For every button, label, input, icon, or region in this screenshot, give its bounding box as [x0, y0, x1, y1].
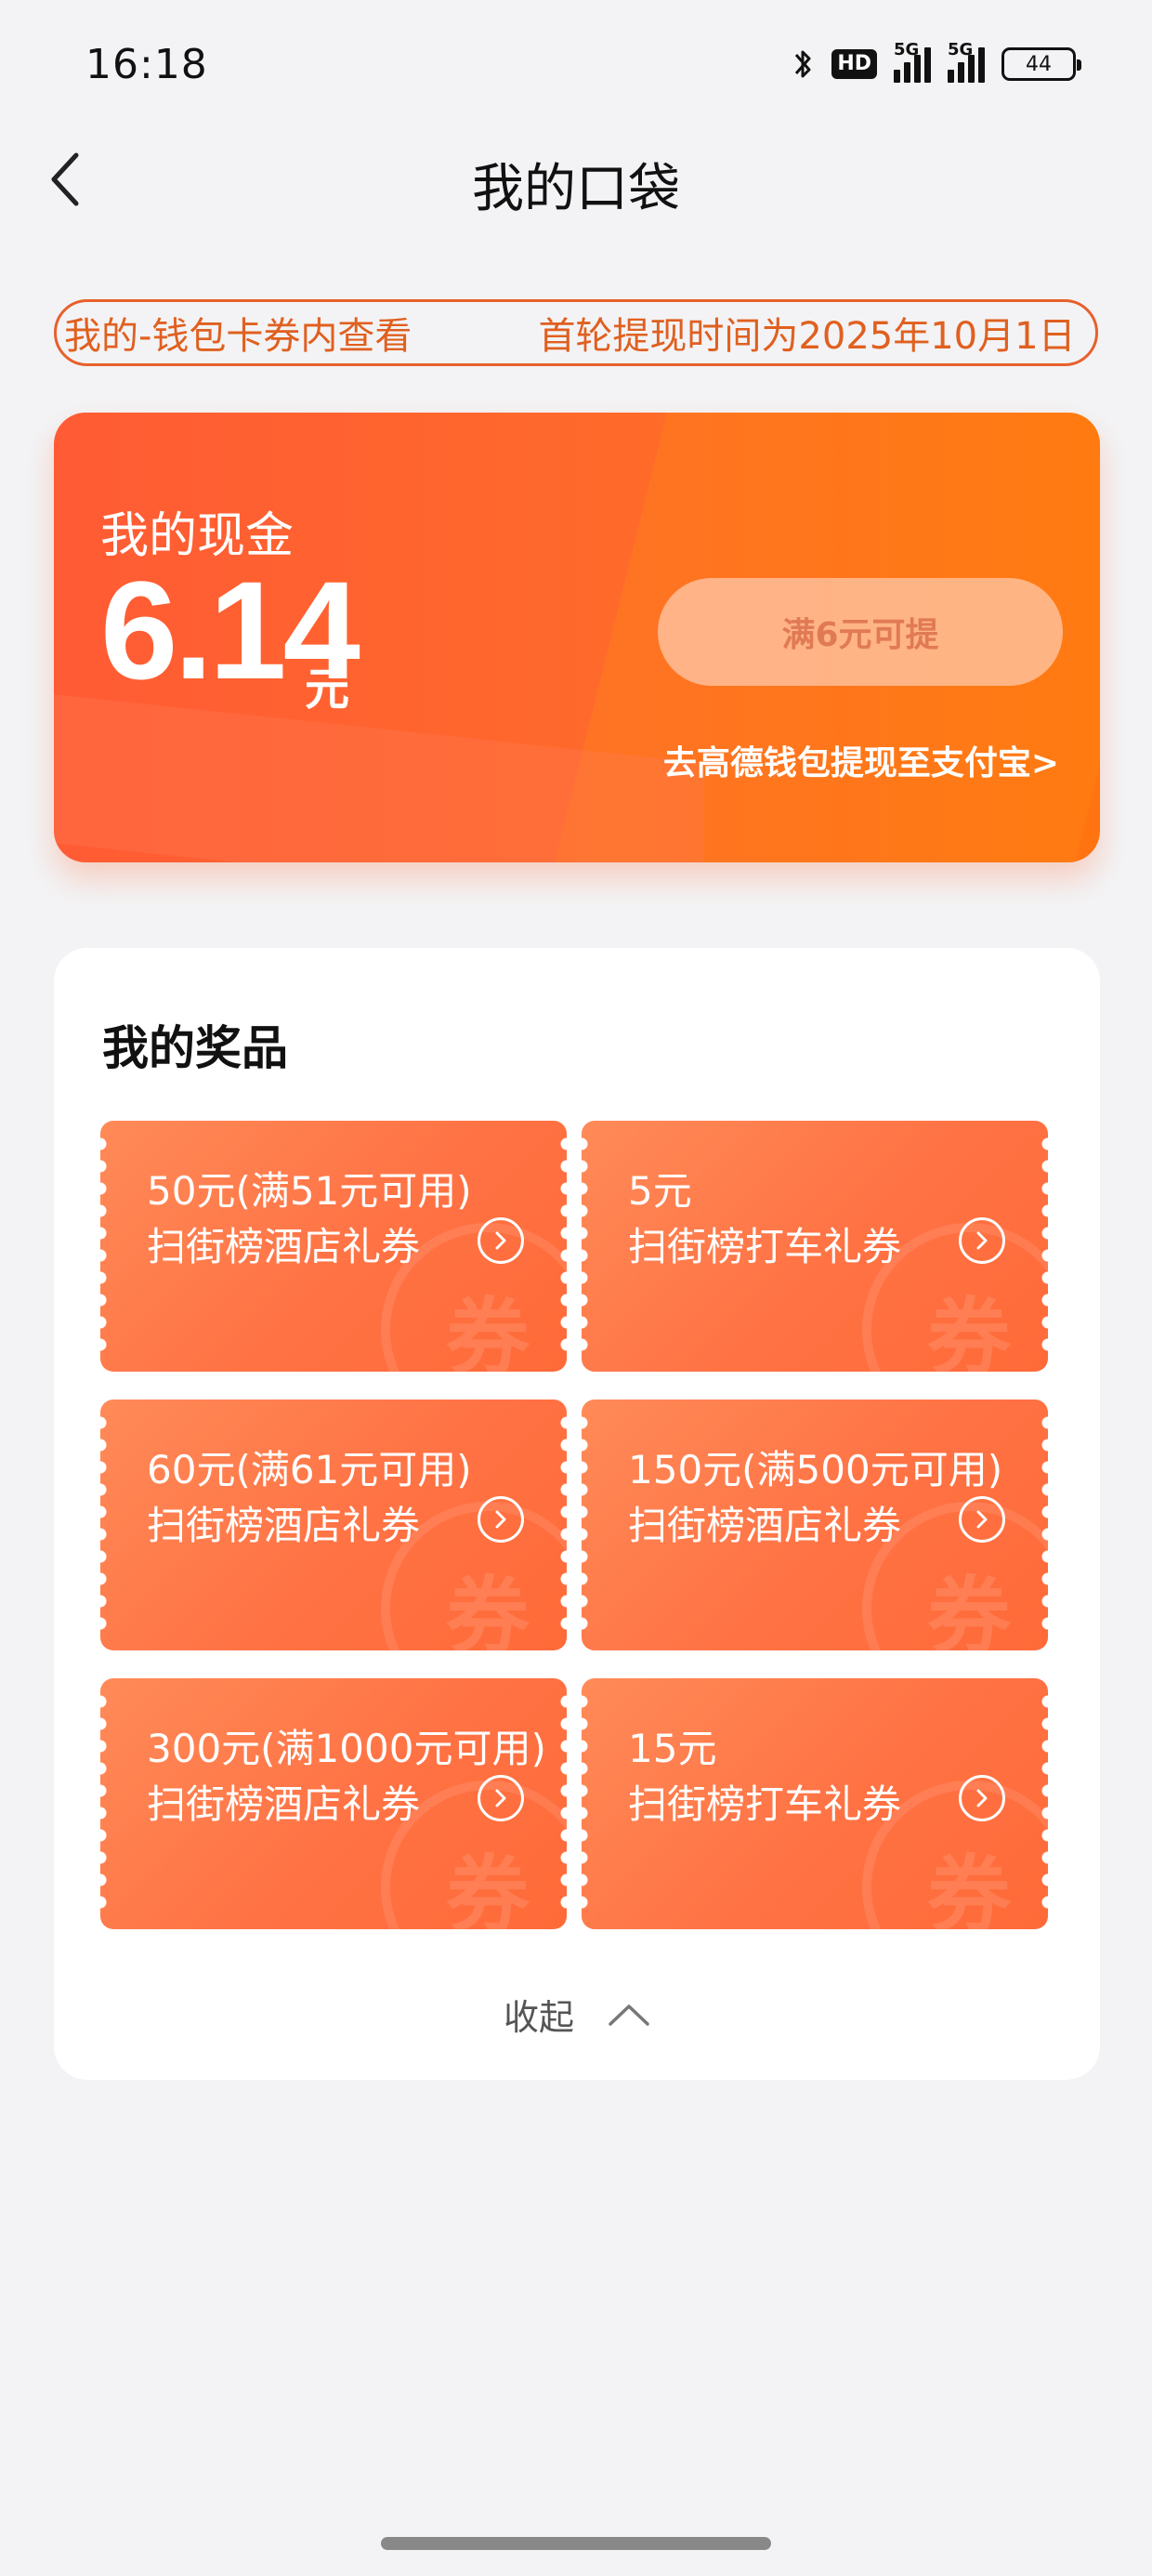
cash-unit: 元: [305, 664, 350, 716]
pocket-page: 16:18 HD 5G 5G 44 我的口袋 我的-钱包卡券内查看 首轮提现时间…: [0, 0, 1152, 2576]
battery-icon: 44: [1001, 47, 1081, 81]
cash-card: 我的现金 6.14 元 满6元可提 去高德钱包提现至支付宝>: [54, 413, 1100, 862]
coupon-name: 扫街榜酒店礼券: [628, 1503, 902, 1548]
chevron-right-circle-icon[interactable]: [478, 1217, 524, 1264]
coupon-card[interactable]: 券 15元 扫街榜打车礼券: [582, 1678, 1048, 1929]
notice-text: 首轮提现时间为2025年10月1日: [538, 315, 1076, 358]
prizes-title: 我的奖品: [102, 1021, 288, 1075]
home-indicator[interactable]: [381, 2537, 771, 2550]
coupon-amount: 15元: [628, 1726, 717, 1771]
coupon-card[interactable]: 券 5元 扫街榜打车礼券: [582, 1121, 1048, 1372]
coupon-amount: 150元(满500元可用): [628, 1447, 1003, 1492]
collapse-button[interactable]: 收起: [54, 1989, 1100, 2040]
coupon-name: 扫街榜打车礼券: [628, 1224, 902, 1269]
notice-marquee: 我的-钱包卡券内查看 首轮提现时间为2025年10月1日: [54, 299, 1098, 366]
coupon-amount: 5元: [628, 1168, 692, 1214]
coupon-card[interactable]: 券 60元(满61元可用) 扫街榜酒店礼券: [100, 1400, 567, 1650]
coupon-amount: 60元(满61元可用): [147, 1447, 472, 1492]
chevron-up-icon: [609, 2004, 649, 2026]
coupon-name: 扫街榜打车礼券: [628, 1781, 902, 1827]
coupon-amount: 50元(满51元可用): [147, 1168, 472, 1214]
collapse-label: 收起: [503, 1997, 574, 2038]
coupon-card[interactable]: 券 50元(满51元可用) 扫街榜酒店礼券: [100, 1121, 567, 1372]
chevron-right-circle-icon[interactable]: [959, 1775, 1005, 1821]
coupon-name: 扫街榜酒店礼券: [147, 1224, 421, 1269]
coupon-card[interactable]: 券 300元(满1000元可用) 扫街榜酒店礼券: [100, 1678, 567, 1929]
prizes-card: 我的奖品 券 50元(满51元可用) 扫街榜酒店礼券 券 5元 扫街榜打车礼券 …: [54, 948, 1100, 2080]
coupon-name: 扫街榜酒店礼券: [147, 1781, 421, 1827]
status-time: 16:18: [85, 41, 208, 88]
wallet-withdraw-link[interactable]: 去高德钱包提现至支付宝>: [663, 736, 1059, 784]
signal-label: 5G: [894, 40, 920, 59]
chevron-right-circle-icon[interactable]: [959, 1217, 1005, 1264]
signal-icon: 5G: [948, 40, 985, 83]
coupon-card[interactable]: 券 150元(满500元可用) 扫街榜酒店礼券: [582, 1400, 1048, 1650]
page-title: 我的口袋: [472, 159, 680, 219]
hd-icon: HD: [831, 49, 877, 79]
bluetooth-icon: [792, 46, 815, 83]
coupon-name: 扫街榜酒店礼券: [147, 1503, 421, 1548]
notice-text: 我的-钱包卡券内查看: [64, 315, 412, 358]
signal-icon: 5G: [894, 40, 931, 83]
battery-level: 44: [1026, 52, 1052, 76]
signal-label: 5G: [948, 40, 974, 59]
status-icons: HD 5G 5G 44: [792, 40, 1081, 87]
chevron-right-circle-icon[interactable]: [478, 1496, 524, 1543]
chevron-right-circle-icon[interactable]: [478, 1775, 524, 1821]
coupon-amount: 300元(满1000元可用): [147, 1726, 546, 1771]
chevron-right-circle-icon[interactable]: [959, 1496, 1005, 1543]
header: 我的口袋: [0, 130, 1152, 223]
withdraw-button[interactable]: 满6元可提: [658, 578, 1063, 686]
status-bar: 16:18 HD 5G 5G 44: [0, 0, 1152, 139]
